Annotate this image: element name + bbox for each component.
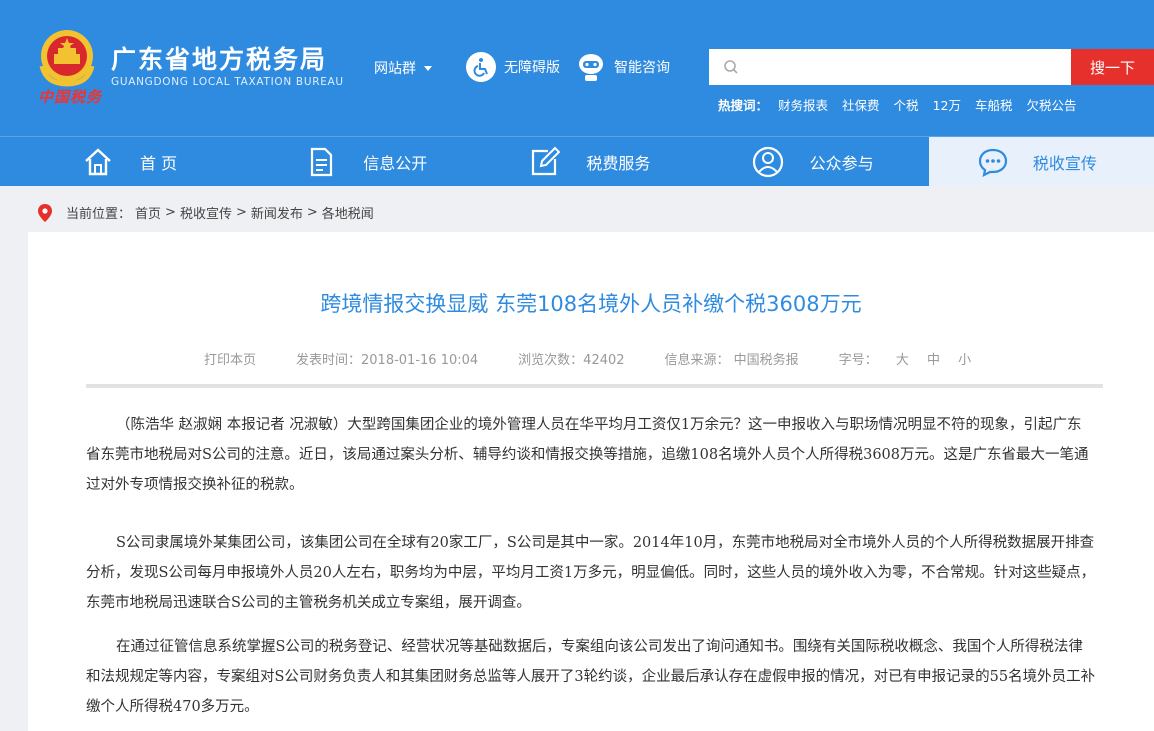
main-navigation: 首 页 信息公开 税费服务 公众参与 税收宣传 <box>0 136 1154 186</box>
article-source: 信息来源： 中国税务报 <box>664 353 799 368</box>
home-icon <box>85 147 111 175</box>
user-icon <box>752 146 783 177</box>
nav-item-label: 信息公开 <box>363 153 428 173</box>
chat-icon <box>978 148 1007 177</box>
hot-word-link[interactable]: 12万 <box>933 95 961 114</box>
nav-item-participation[interactable]: 公众参与 <box>670 137 893 186</box>
hot-word-link[interactable]: 欠税公告 <box>1026 95 1076 114</box>
site-title[interactable]: 广东省地方税务局 <box>111 40 327 76</box>
article-meta: 打印本页 发表时间：2018-01-16 10:04 浏览次数：42402 信息… <box>204 349 971 368</box>
breadcrumb-item[interactable]: 各地税闻 <box>322 203 374 222</box>
article-title: 跨境情报交换显威 东莞108名境外人员补缴个税3608万元 <box>320 292 862 316</box>
accessibility-label: 无障碍版 <box>504 60 560 76</box>
breadcrumb: 当前位置： 首页 > 税收宣传 > 新闻发布 > 各地税闻 <box>38 203 378 222</box>
chevron-down-icon <box>424 66 432 71</box>
edit-icon <box>532 146 561 175</box>
publish-time: 发表时间：2018-01-16 10:04 <box>296 353 479 368</box>
article-panel: 跨境情报交换显威 东莞108名境外人员补缴个税3608万元 打印本页 发表时间：… <box>28 232 1154 731</box>
wheelchair-icon <box>466 52 496 82</box>
nav-item-label: 首 页 <box>140 153 178 173</box>
breadcrumb-separator: > <box>306 205 318 220</box>
view-count: 浏览次数：42402 <box>518 353 625 368</box>
font-size-label: 字号： <box>838 353 878 368</box>
site-group-dropdown[interactable]: 网站群 <box>374 58 432 78</box>
accessibility-link[interactable]: 无障碍版 <box>466 52 560 82</box>
site-group-label: 网站群 <box>374 61 416 77</box>
font-size-large[interactable]: 大 <box>896 353 909 368</box>
hot-search-label: 热搜词： <box>718 98 769 113</box>
search-box <box>709 49 1071 85</box>
breadcrumb-item[interactable]: 新闻发布 <box>251 203 303 222</box>
article-paragraph: S公司隶属境外某集团公司，该集团公司在全球有20家工厂，S公司是其中一家。201… <box>86 535 1096 611</box>
nav-item-tax-promotion[interactable]: 税收宣传 <box>928 137 1154 186</box>
hot-word-link[interactable]: 财务报表 <box>778 95 828 114</box>
breadcrumb-label: 当前位置： <box>66 207 132 222</box>
font-size-medium[interactable]: 中 <box>927 353 940 368</box>
site-subtitle: GUANGDONG LOCAL TAXATION BUREAU <box>111 76 344 88</box>
article-paragraph: 在通过征管信息系统掌握S公司的税务登记、经营状况等基础数据后，专案组向该公司发出… <box>86 639 1096 715</box>
site-header: 中国税务 广东省地方税务局 GUANGDONG LOCAL TAXATION B… <box>0 0 1154 136</box>
smart-consult-link[interactable]: 智能咨询 <box>577 52 670 82</box>
hot-word-link[interactable]: 车船税 <box>975 95 1013 114</box>
emblem-caption: 中国税务 <box>38 88 103 106</box>
search-icon <box>724 60 738 74</box>
nav-item-tax-service[interactable]: 税费服务 <box>446 137 669 186</box>
consult-label: 智能咨询 <box>614 60 670 76</box>
hot-search-bar: 热搜词： 财务报表 社保费 个税 12万 车船税 欠税公告 <box>718 95 1077 114</box>
location-pin-icon <box>38 203 52 222</box>
search-button[interactable]: 搜一下 <box>1071 49 1154 85</box>
nav-item-label: 税收宣传 <box>1032 153 1097 173</box>
article-paragraph: （陈浩华 赵淑娴 本报记者 况淑敏）大型跨国集团企业的境外管理人员在华平均月工资… <box>86 417 1089 493</box>
national-emblem-icon <box>39 30 95 87</box>
font-size-control: 字号： 大 中 小 <box>839 349 971 368</box>
nav-item-info[interactable]: 信息公开 <box>223 137 446 186</box>
search-input[interactable] <box>749 49 1059 85</box>
title-divider <box>86 384 1103 388</box>
document-icon <box>311 147 333 176</box>
nav-item-label: 税费服务 <box>586 153 651 173</box>
breadcrumb-separator: > <box>165 205 176 220</box>
breadcrumb-item[interactable]: 首页 <box>135 203 161 222</box>
nav-item-label: 公众参与 <box>809 153 874 173</box>
breadcrumb-separator: > <box>235 205 247 220</box>
hot-word-link[interactable]: 个税 <box>894 95 919 114</box>
nav-item-home[interactable]: 首 页 <box>0 137 223 186</box>
robot-icon <box>579 54 603 81</box>
breadcrumb-item[interactable]: 税收宣传 <box>180 203 232 222</box>
print-link[interactable]: 打印本页 <box>204 349 256 368</box>
hot-word-link[interactable]: 社保费 <box>842 95 880 114</box>
font-size-small[interactable]: 小 <box>958 353 971 368</box>
